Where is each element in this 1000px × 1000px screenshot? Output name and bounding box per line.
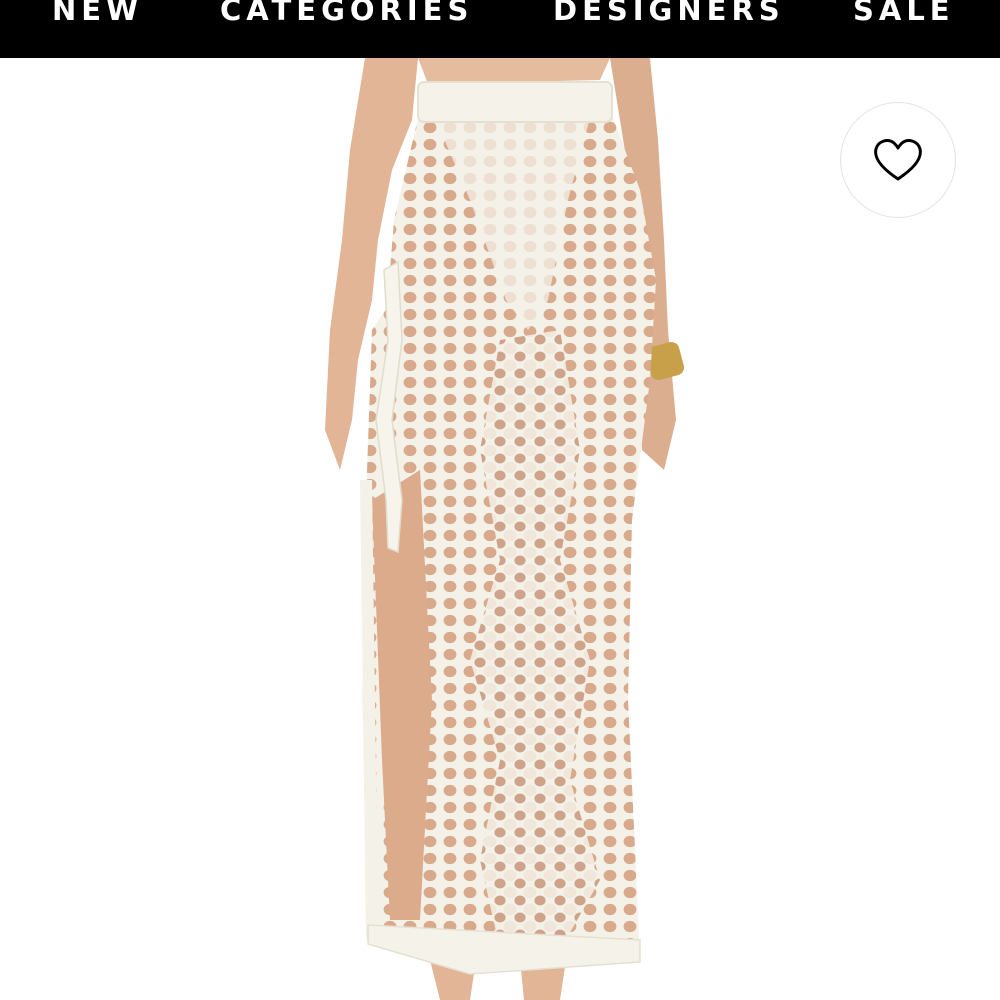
wishlist-button[interactable] bbox=[840, 102, 956, 218]
nav-item-designers[interactable]: DESIGNERS bbox=[553, 0, 785, 30]
product-image[interactable] bbox=[0, 58, 1000, 1000]
nav-item-new[interactable]: NEW bbox=[52, 0, 143, 30]
heart-outline-icon bbox=[874, 139, 922, 181]
top-navigation-bar: NEW CATEGORIES DESIGNERS SALE bbox=[0, 0, 1000, 58]
product-photo bbox=[325, 58, 685, 1000]
nav-item-categories[interactable]: CATEGORIES bbox=[220, 0, 473, 30]
nav-item-sale[interactable]: SALE bbox=[853, 0, 955, 30]
skirt-waistband bbox=[417, 81, 613, 123]
